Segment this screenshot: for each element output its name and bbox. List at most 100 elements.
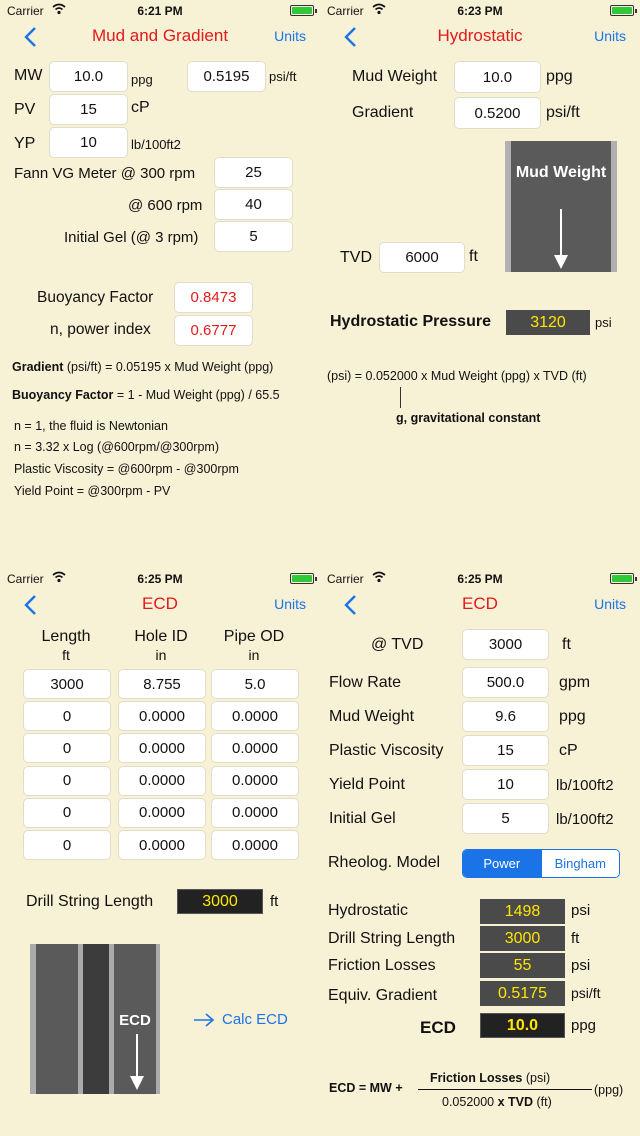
- table-cell[interactable]: 0: [23, 797, 111, 828]
- table-cell[interactable]: 0.0000: [118, 733, 206, 764]
- gel-field[interactable]: 5: [214, 221, 293, 252]
- yp-label: YP: [14, 135, 36, 152]
- table-cell[interactable]: 0: [23, 701, 111, 732]
- nav-title: ECD: [142, 594, 178, 613]
- flow-rate-label: Flow Rate: [329, 674, 402, 691]
- flow-rate-field[interactable]: 500.0: [462, 667, 549, 698]
- back-chevron-icon[interactable]: [340, 24, 362, 50]
- mw-field[interactable]: 10.0: [49, 61, 128, 92]
- ecd-diagram-label: ECD: [119, 1012, 151, 1029]
- segment-bingham[interactable]: Bingham: [540, 850, 619, 877]
- fann300-field[interactable]: 25: [214, 157, 293, 188]
- wellbore-diagram: Mud Weight: [505, 141, 617, 272]
- table-cell[interactable]: 0: [23, 830, 111, 860]
- back-chevron-icon[interactable]: [20, 24, 42, 50]
- units-button[interactable]: Units: [594, 28, 626, 44]
- battery-icon: [290, 573, 317, 584]
- table-cell[interactable]: 0.0000: [211, 830, 299, 860]
- table-cell[interactable]: 0: [23, 765, 111, 796]
- note-line: Plastic Viscosity = @600rpm - @300rpm: [14, 462, 239, 476]
- hydrostatic-value: 1498: [480, 899, 565, 924]
- battery-icon: [290, 5, 317, 16]
- fann300-label: Fann VG Meter @ 300 rpm: [14, 165, 196, 182]
- mud-weight-label: Mud Weight: [352, 68, 438, 85]
- rheology-model-segmented-control[interactable]: Power Bingham: [462, 849, 620, 878]
- back-chevron-icon[interactable]: [20, 592, 42, 618]
- initial-gel-label: Initial Gel: [329, 810, 396, 827]
- ecd-formula-numerator: Friction Losses (psi): [430, 1071, 551, 1085]
- table-cell[interactable]: 0.0000: [211, 765, 299, 796]
- equiv-gradient-label: Equiv. Gradient: [328, 987, 438, 1004]
- mud-weight-diagram-label: Mud Weight: [515, 164, 607, 181]
- equiv-gradient-unit: psi/ft: [571, 985, 601, 1001]
- fraction-bar: [418, 1089, 592, 1090]
- mud-weight-label: Mud Weight: [329, 708, 415, 725]
- fann600-label: @ 600 rpm: [128, 197, 203, 214]
- mud-weight-field[interactable]: 9.6: [462, 701, 549, 732]
- tvd-unit: ft: [469, 248, 478, 265]
- hydrostatic-pressure-label: Hydrostatic Pressure: [330, 313, 491, 330]
- panel-mud-gradient: Carrier 6:21 PM Mud and Gradient Units M…: [0, 0, 320, 568]
- panel-ecd-pipe: Carrier 6:25 PM ECD Units Length ft Hole …: [0, 568, 320, 1136]
- status-bar: Carrier 6:25 PM: [0, 568, 320, 590]
- table-cell[interactable]: 0.0000: [211, 701, 299, 732]
- table-cell[interactable]: 0: [23, 733, 111, 764]
- nav-title: Hydrostatic: [437, 26, 523, 45]
- table-cell[interactable]: 0.0000: [211, 797, 299, 828]
- battery-icon: [610, 573, 637, 584]
- buoyancy-value: 0.8473: [174, 282, 253, 313]
- table-cell[interactable]: 0.0000: [118, 830, 206, 860]
- mw-unit: ppg: [131, 72, 153, 87]
- segment-power[interactable]: Power: [463, 850, 541, 877]
- ecd-wellbore-diagram: ECD: [30, 944, 160, 1094]
- table-cell[interactable]: 0.0000: [118, 765, 206, 796]
- status-bar: Carrier 6:23 PM: [320, 0, 640, 22]
- status-time: 6:25 PM: [137, 572, 183, 586]
- ecd-formula-denominator: 0.052000 x TVD (ft): [442, 1095, 552, 1109]
- table-cell[interactable]: 8.755: [118, 669, 206, 699]
- calc-ecd-link[interactable]: Calc ECD: [193, 1011, 288, 1028]
- plastic-viscosity-unit: cP: [559, 742, 578, 759]
- table-cell[interactable]: 5.0: [211, 669, 299, 699]
- units-button[interactable]: Units: [274, 28, 306, 44]
- power-index-value: 0.6777: [174, 315, 253, 346]
- yp-field[interactable]: 10: [49, 127, 128, 158]
- status-time: 6:25 PM: [457, 572, 503, 586]
- table-cell[interactable]: 0.0000: [118, 701, 206, 732]
- arrow-right-icon: [194, 1012, 215, 1027]
- tvd-label: TVD: [340, 249, 372, 266]
- tvd-field[interactable]: 6000: [379, 242, 465, 273]
- drill-string-length-label: Drill String Length: [328, 930, 456, 947]
- yp-unit: lb/100ft2: [131, 137, 181, 152]
- gradient-field[interactable]: 0.5195: [187, 61, 266, 92]
- gradient-formula: Gradient (psi/ft) = 0.05195 x Mud Weight…: [12, 360, 274, 374]
- pv-field[interactable]: 15: [49, 94, 128, 125]
- mw-label: MW: [14, 67, 43, 84]
- units-button[interactable]: Units: [594, 596, 626, 612]
- initial-gel-field[interactable]: 5: [462, 803, 549, 834]
- plastic-viscosity-label: Plastic Viscosity: [329, 742, 444, 759]
- drill-string-length-value: 3000: [177, 889, 263, 914]
- status-time: 6:21 PM: [137, 4, 183, 18]
- friction-losses-unit: psi: [571, 957, 591, 974]
- back-chevron-icon[interactable]: [340, 592, 362, 618]
- mud-weight-unit: ppg: [559, 708, 586, 725]
- table-cell[interactable]: 3000: [23, 669, 111, 699]
- drill-string-length-unit: ft: [571, 930, 580, 947]
- note-line: n = 1, the fluid is Newtonian: [14, 419, 168, 433]
- fann600-field[interactable]: 40: [214, 189, 293, 220]
- gradient-field[interactable]: 0.5200: [454, 97, 541, 129]
- gel-label: Initial Gel (@ 3 rpm): [64, 229, 199, 246]
- status-time: 6:23 PM: [457, 4, 503, 18]
- ecd-label: ECD: [420, 1018, 456, 1037]
- yield-point-field[interactable]: 10: [462, 769, 549, 800]
- units-button[interactable]: Units: [274, 596, 306, 612]
- column-header-length: Length ft: [41, 628, 91, 663]
- table-cell[interactable]: 0.0000: [118, 797, 206, 828]
- plastic-viscosity-field[interactable]: 15: [462, 735, 549, 766]
- table-cell[interactable]: 0.0000: [211, 733, 299, 764]
- power-index-label: n, power index: [50, 321, 151, 338]
- mud-weight-unit: ppg: [546, 68, 573, 85]
- tvd-field[interactable]: 3000: [462, 629, 549, 660]
- mud-weight-field[interactable]: 10.0: [454, 61, 541, 93]
